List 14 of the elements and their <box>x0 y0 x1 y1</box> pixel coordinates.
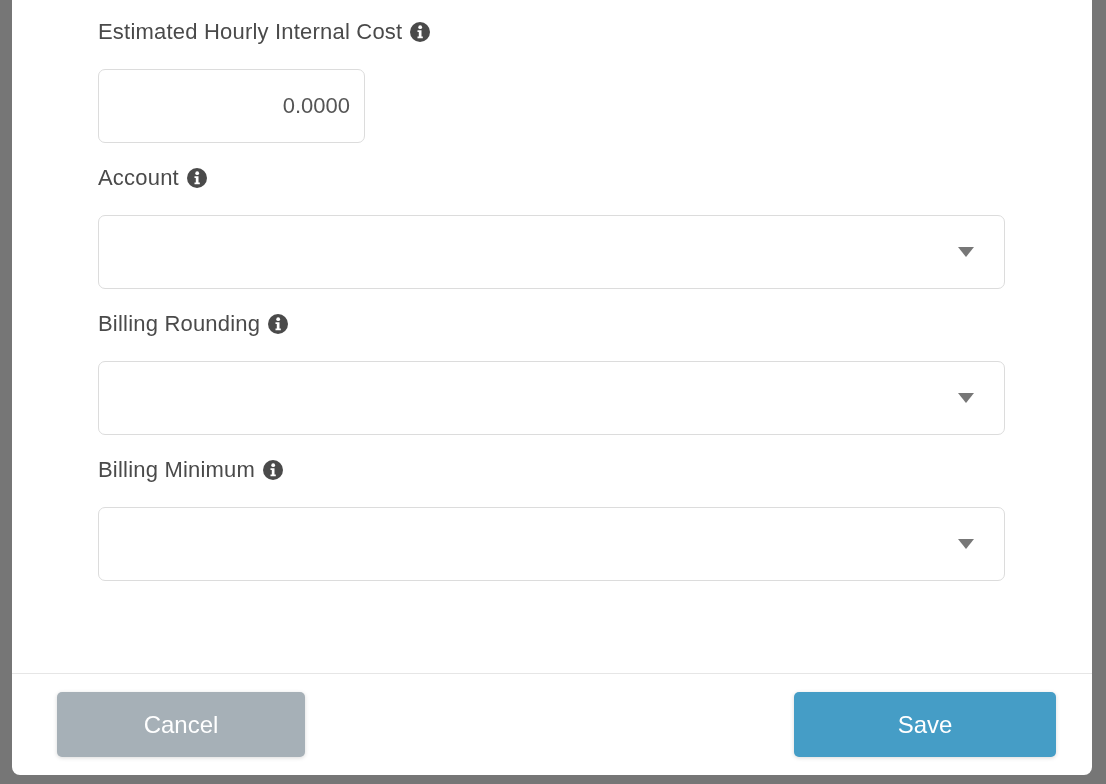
save-button[interactable]: Save <box>794 692 1056 757</box>
info-icon[interactable] <box>410 22 431 42</box>
field-label: Account <box>98 165 179 191</box>
caret-icon <box>958 393 974 403</box>
field-label: Billing Rounding <box>98 311 261 337</box>
number-input-field[interactable]: 0.0000 <box>98 69 365 143</box>
field-label: Estimated Hourly Internal Cost <box>98 19 403 45</box>
field-label: Billing Minimum <box>98 457 256 483</box>
caret-icon <box>958 247 974 257</box>
info-icon[interactable] <box>186 168 207 188</box>
cancel-button[interactable]: Cancel <box>57 692 305 757</box>
info-icon[interactable] <box>268 314 289 334</box>
info-icon[interactable] <box>263 460 284 480</box>
caret-icon <box>958 539 974 549</box>
